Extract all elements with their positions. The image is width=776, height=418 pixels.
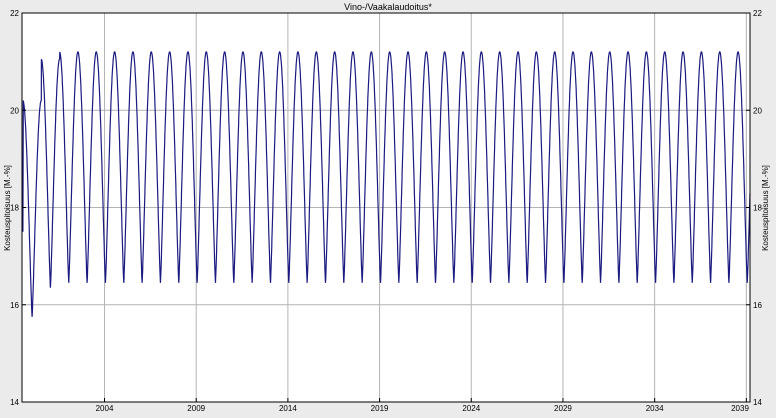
x-tick-label: 2024 <box>462 404 480 413</box>
x-tick-label: 2004 <box>96 404 114 413</box>
x-tick-label: 2039 <box>731 404 749 413</box>
y-axis-label-left: Kosteuspitoisuus [M.-%] <box>3 165 12 251</box>
y-tick-label-right: 20 <box>753 106 762 115</box>
y-tick-label-right: 22 <box>753 9 762 18</box>
x-tick-label: 2019 <box>371 404 389 413</box>
y-tick-label-right: 14 <box>753 398 762 407</box>
x-tick-label: 2034 <box>646 404 664 413</box>
x-tick-label: 2029 <box>554 404 572 413</box>
y-axis-label-right: Kosteuspitoisuus [M.-%] <box>761 165 770 251</box>
y-tick-label-right: 16 <box>753 301 762 310</box>
line-chart: 1416182022 1416182022 2004 2009 2014 2019 20… <box>3 2 770 413</box>
y-tick-label-left: 20 <box>10 106 19 115</box>
x-tick-label: 2009 <box>187 404 205 413</box>
chart-title: Vino-/Vaakalaudoitus* <box>344 2 432 12</box>
y-tick-label-left: 22 <box>10 9 19 18</box>
y-tick-label-left: 16 <box>10 301 19 310</box>
x-tick-label: 2014 <box>279 404 297 413</box>
y-tick-label-left: 14 <box>10 398 19 407</box>
